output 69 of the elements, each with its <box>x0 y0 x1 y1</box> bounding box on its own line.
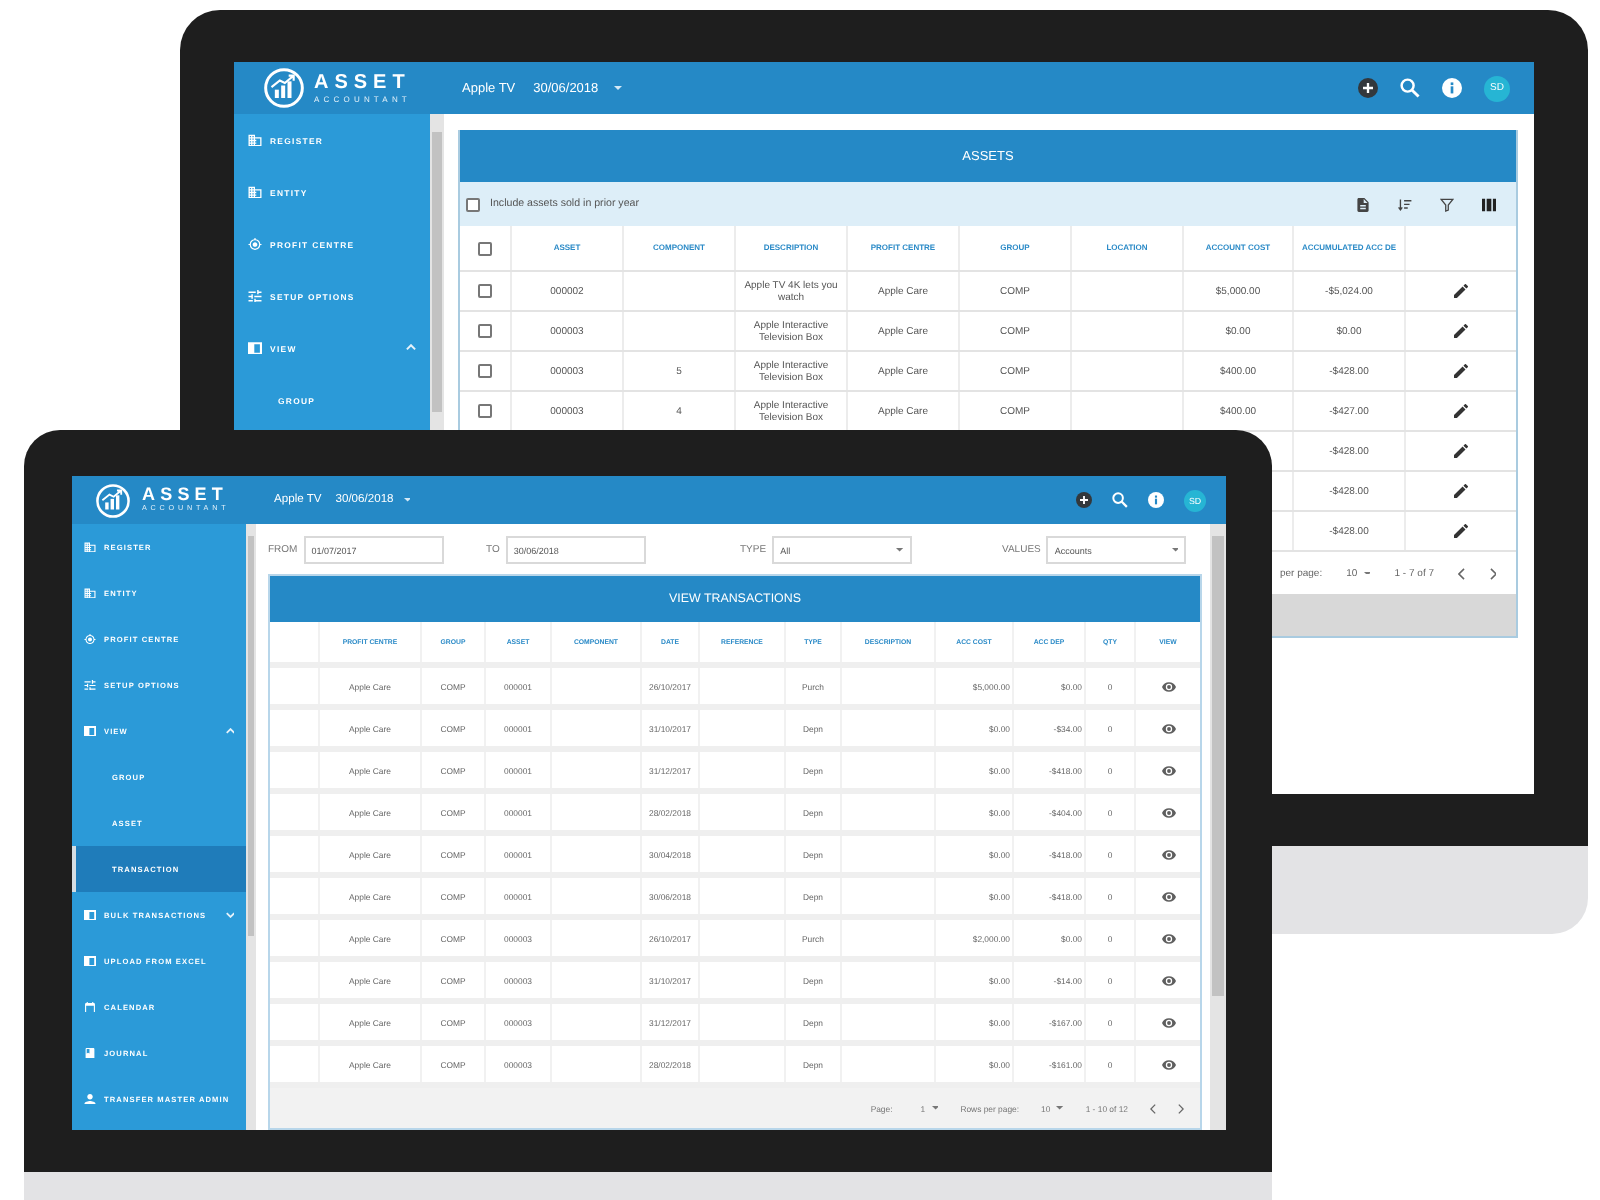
info-icon[interactable] <box>1148 492 1164 508</box>
caret-icon <box>931 1106 939 1110</box>
chevron-right-icon[interactable] <box>1178 1103 1184 1113</box>
checkbox[interactable] <box>478 324 492 338</box>
chevron-left-icon[interactable] <box>1458 567 1465 579</box>
logo-wordmark: ASSET <box>142 486 229 505</box>
eye-icon[interactable] <box>1161 849 1175 859</box>
scrollbar-thumb[interactable] <box>1212 536 1224 996</box>
building-icon <box>248 185 262 199</box>
eye-icon[interactable] <box>1161 681 1175 691</box>
info-icon[interactable] <box>1442 78 1462 98</box>
caret-icon <box>1363 571 1371 575</box>
pencil-icon[interactable] <box>1454 444 1468 458</box>
panel-icon <box>248 341 262 355</box>
crosshair-icon <box>84 633 96 645</box>
building-icon <box>84 541 96 553</box>
eye-icon[interactable] <box>1161 1059 1175 1069</box>
pencil-icon[interactable] <box>1454 284 1468 298</box>
sort-icon[interactable] <box>1398 197 1412 211</box>
eye-icon[interactable] <box>1161 807 1175 817</box>
caret-icon <box>1171 548 1179 552</box>
caret-icon <box>896 548 905 552</box>
scrollbar-thumb[interactable] <box>248 536 254 936</box>
eye-icon[interactable] <box>1161 1017 1175 1027</box>
pencil-icon[interactable] <box>1454 364 1468 378</box>
chevron-left-icon[interactable] <box>1150 1103 1156 1113</box>
search-icon[interactable] <box>1400 78 1420 98</box>
add-icon[interactable] <box>1076 492 1092 508</box>
caret-icon <box>1056 1106 1064 1110</box>
sliders-icon <box>248 289 262 303</box>
pencil-icon[interactable] <box>1454 404 1468 418</box>
panel-icon <box>84 725 96 737</box>
eye-icon[interactable] <box>1161 975 1175 985</box>
pencil-icon[interactable] <box>1454 524 1468 538</box>
checkbox[interactable] <box>478 241 492 255</box>
checkbox[interactable] <box>478 364 492 378</box>
panel-icon <box>84 955 96 967</box>
eye-icon[interactable] <box>1161 891 1175 901</box>
crosshair-icon <box>248 237 262 251</box>
panel-icon <box>84 909 96 921</box>
book-icon <box>84 1047 96 1059</box>
sliders-icon <box>84 679 96 691</box>
columns-icon[interactable] <box>1482 197 1496 211</box>
eye-icon[interactable] <box>1161 723 1175 733</box>
scrollbar-thumb[interactable] <box>432 132 442 412</box>
checkbox[interactable] <box>478 284 492 298</box>
scrollbar[interactable] <box>246 524 256 1130</box>
search-icon[interactable] <box>1112 492 1128 508</box>
eye-icon[interactable] <box>1161 933 1175 943</box>
caret-icon <box>403 498 411 502</box>
add-icon[interactable] <box>1358 78 1378 98</box>
logo-wordmark: ASSET <box>314 73 411 93</box>
eye-icon[interactable] <box>1161 765 1175 775</box>
filter-icon[interactable] <box>1440 197 1454 211</box>
logo-icon <box>264 68 304 108</box>
pencil-icon[interactable] <box>1454 484 1468 498</box>
checkbox[interactable] <box>466 197 480 211</box>
scrollbar[interactable] <box>1210 524 1226 1130</box>
document-icon[interactable] <box>1356 197 1370 211</box>
calendar-icon <box>84 1001 96 1013</box>
logo-icon <box>96 483 130 517</box>
scrollbar[interactable] <box>430 114 444 430</box>
building-icon <box>248 133 262 147</box>
chevron-right-icon[interactable] <box>1489 567 1496 579</box>
person-icon <box>84 1093 96 1105</box>
building-icon <box>84 587 96 599</box>
checkbox[interactable] <box>478 404 492 418</box>
pencil-icon[interactable] <box>1454 324 1468 338</box>
caret-icon <box>614 86 623 90</box>
